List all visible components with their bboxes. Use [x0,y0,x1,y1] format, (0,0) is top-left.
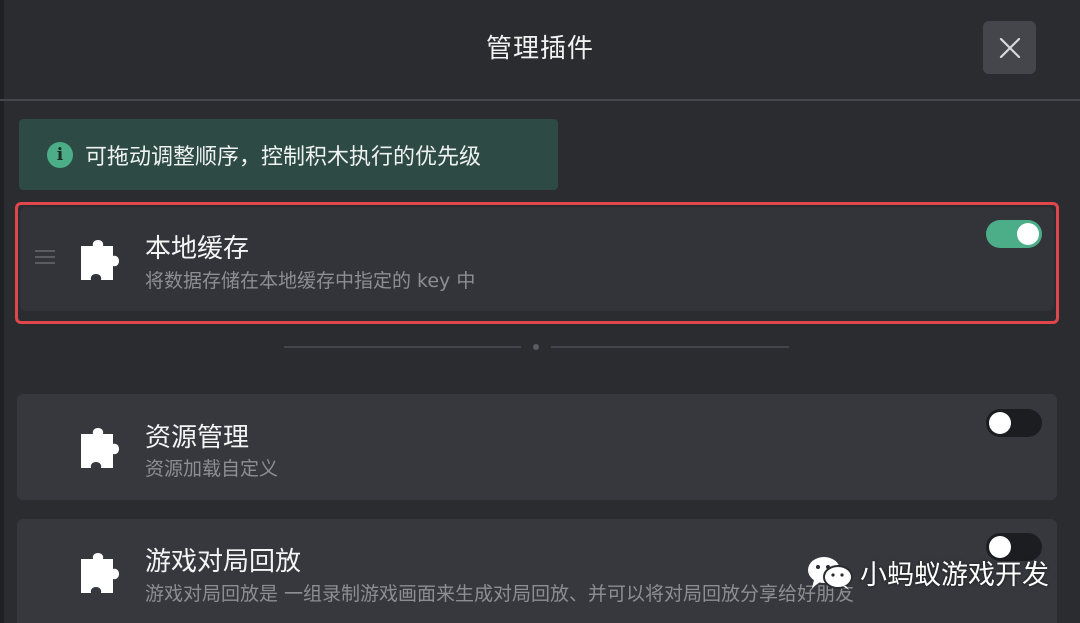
plugin-description: 将数据存储在本地缓存中指定的 key 中 [145,270,476,292]
puzzle-icon [81,240,119,280]
puzzle-icon [81,428,119,468]
plugin-name: 资源管理 [145,423,250,453]
dialog-header: 管理插件 [0,0,1080,101]
close-button[interactable] [983,21,1036,74]
dialog-title: 管理插件 [485,34,594,64]
plugin-description: 游戏对局回放是 一组录制游戏画面来生成对局回放、并可以将对局回放分享给好朋友 [145,583,855,605]
plugin-name: 游戏对局回放 [145,547,302,577]
divider-dot [533,344,539,350]
watermark-text: 小蚂蚁游戏开发 [860,560,1049,591]
plugin-description: 资源加载自定义 [145,458,279,480]
info-banner: i 可拖动调整顺序，控制积木执行的优先级 [19,119,558,190]
puzzle-icon [81,553,119,593]
manage-plugins-dialog: 管理插件 i 可拖动调整顺序，控制积木执行的优先级 本地缓存 将数据存储在本地缓… [0,0,1080,623]
toggle-knob [989,412,1011,434]
wechat-icon [808,556,853,590]
drag-handle[interactable] [35,250,55,268]
divider-left [284,346,521,348]
info-banner-text: 可拖动调整顺序，控制积木执行的优先级 [85,144,482,170]
watermark: 小蚂蚁游戏开发 [806,553,1049,592]
plugin-name: 本地缓存 [145,234,250,264]
close-icon [999,37,1020,58]
plugin-toggle-resource-management[interactable] [986,409,1042,437]
divider-right [551,346,789,348]
toggle-knob [1017,223,1039,245]
plugin-toggle-local-cache[interactable] [986,220,1042,248]
info-icon: i [47,141,73,168]
